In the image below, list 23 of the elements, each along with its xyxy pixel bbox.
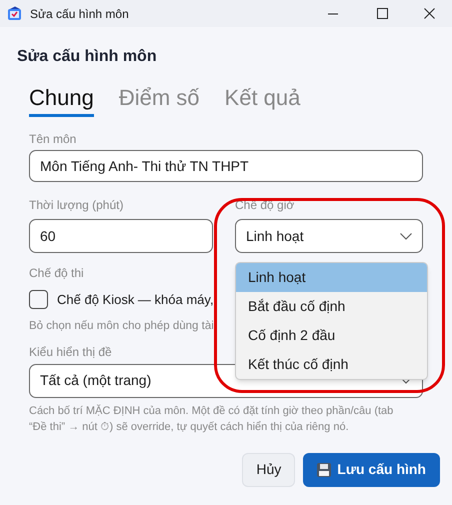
tab[interactable]: Chung	[29, 84, 94, 117]
dialog-title: Sửa cấu hình môn	[17, 47, 158, 67]
app-icon	[7, 6, 23, 22]
dropdown-option[interactable]: Linh hoạt	[236, 263, 427, 292]
checkbox-label: Chế độ Kiosk — khóa máy,	[57, 291, 214, 309]
subject-name-field[interactable]: Môn Tiếng Anh- Thi thử TN THPT	[29, 150, 423, 182]
dropdown-option[interactable]: Cố định 2 đầu	[236, 321, 427, 350]
close-icon[interactable]	[424, 8, 435, 19]
maximize-icon[interactable]	[377, 8, 388, 19]
cancel-button[interactable]: Hủy	[242, 452, 296, 486]
save-button[interactable]: Lưu cấu hình	[303, 452, 440, 486]
field-label: Tên môn	[29, 132, 78, 146]
kiosk-checkbox[interactable]	[29, 290, 48, 310]
window-title: Sửa cấu hình môn	[30, 6, 129, 22]
field-label: Kiểu hiển thị đề	[29, 344, 112, 358]
hint-text: Bỏ chọn nếu môn cho phép dùng tài	[29, 318, 214, 332]
duration-field[interactable]: 60	[29, 219, 213, 253]
chevron-down-icon	[400, 232, 412, 240]
help-text: Cách bố trí MẶC ĐỊNH của môn. Một đề có đặt tính giờ theo phần/câu (tab “Đề thi” → nút ⏱) sẽ override, tự quyết cách hiển thị của riêng nó.	[29, 404, 394, 434]
dropdown-option[interactable]: Bắt đầu cố định	[236, 292, 427, 321]
timing-mode-select[interactable]: Linh hoạt	[235, 219, 423, 253]
field-label: Thời lượng (phút)	[29, 198, 124, 212]
field-label: Chế độ thi	[29, 266, 84, 280]
